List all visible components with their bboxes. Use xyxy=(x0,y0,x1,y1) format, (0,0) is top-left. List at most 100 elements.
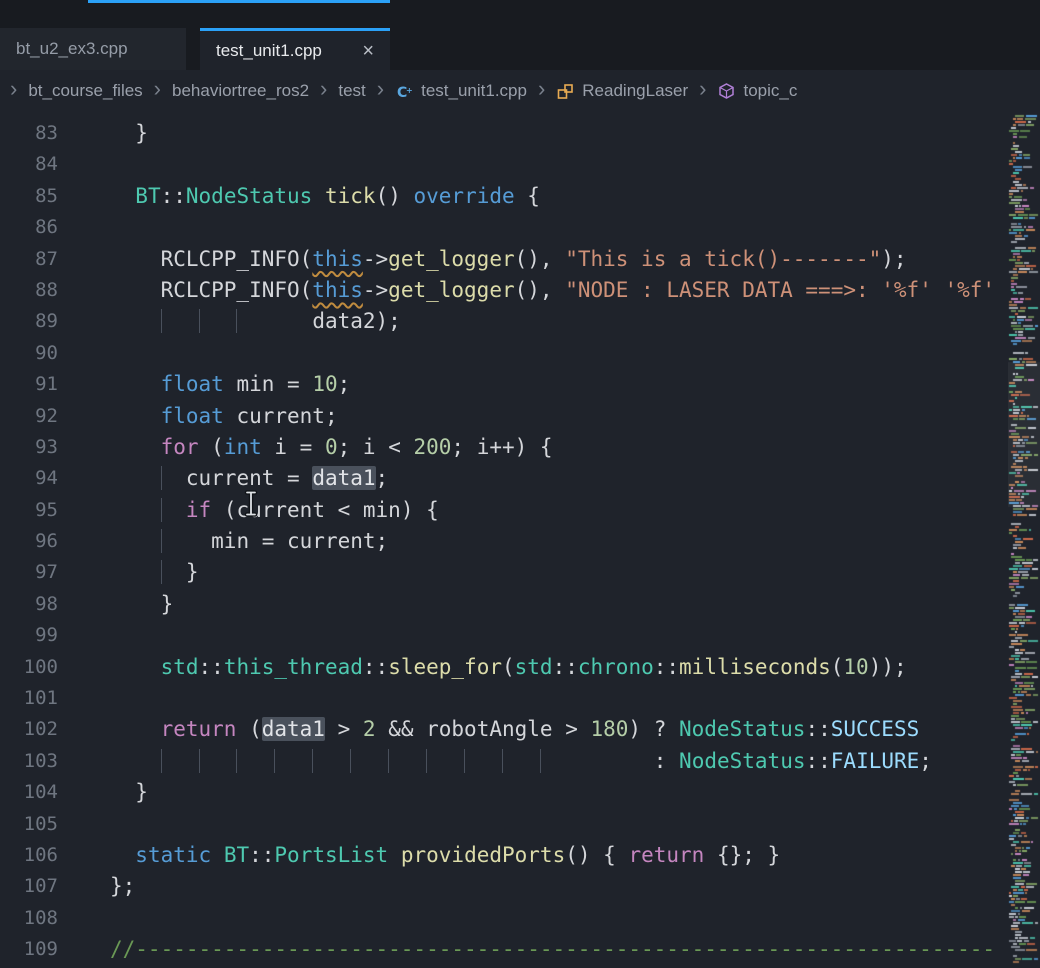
code-token: :: xyxy=(654,655,679,679)
line-number[interactable]: 106 xyxy=(0,840,58,871)
line-number[interactable]: 94 xyxy=(0,463,58,494)
line-number[interactable]: 100 xyxy=(0,652,58,683)
line-number[interactable]: 98 xyxy=(0,589,58,620)
line-number[interactable]: 89 xyxy=(0,306,58,337)
breadcrumb-item-bt_course_files[interactable]: bt_course_files xyxy=(28,81,142,101)
line-number[interactable]: 109 xyxy=(0,934,58,965)
line-content xyxy=(58,809,110,840)
class-icon xyxy=(556,82,575,101)
code-token: } xyxy=(110,592,173,616)
line-number[interactable]: 104 xyxy=(0,777,58,808)
close-icon[interactable]: × xyxy=(352,41,374,61)
code-token xyxy=(110,529,161,553)
line-number[interactable]: 97 xyxy=(0,557,58,588)
code-token: -> xyxy=(363,278,388,302)
code-line[interactable]: 90 xyxy=(0,338,1040,369)
tab-label: bt_u2_ex3.cpp xyxy=(16,39,128,59)
breadcrumb-item-test[interactable]: test xyxy=(338,81,365,101)
line-content: data2); xyxy=(58,306,401,337)
code-token: float xyxy=(161,372,224,396)
line-number[interactable]: 107 xyxy=(0,871,58,902)
code-line[interactable]: 84 xyxy=(0,149,1040,180)
code-line[interactable]: 99 xyxy=(0,620,1040,651)
line-number[interactable]: 90 xyxy=(0,338,58,369)
code-line[interactable]: 105 xyxy=(0,809,1040,840)
line-number[interactable]: 85 xyxy=(0,181,58,212)
indent-guide xyxy=(161,498,187,522)
line-number[interactable]: 83 xyxy=(0,118,58,149)
line-number[interactable]: 93 xyxy=(0,432,58,463)
line-number[interactable]: 84 xyxy=(0,149,58,180)
code-token: FAILURE xyxy=(831,749,920,773)
code-token: PortsList xyxy=(274,843,388,867)
code-token: (current < min) { xyxy=(211,498,439,522)
line-number[interactable]: 101 xyxy=(0,683,58,714)
code-line[interactable]: 106 static BT::PortsList providedPorts()… xyxy=(0,840,1040,871)
code-line[interactable]: 87 RCLCPP_INFO(this->get_logger(), "This… xyxy=(0,244,1040,275)
line-number[interactable]: 102 xyxy=(0,714,58,745)
code-line[interactable]: 91 float min = 10; xyxy=(0,369,1040,400)
code-line[interactable]: 97 } xyxy=(0,557,1040,588)
code-line[interactable]: 98 } xyxy=(0,589,1040,620)
line-content: float current; xyxy=(58,401,338,432)
code-line[interactable]: 88 RCLCPP_INFO(this->get_logger(), "NODE… xyxy=(0,275,1040,306)
code-line[interactable]: 104 } xyxy=(0,777,1040,808)
indent-guide xyxy=(199,309,238,333)
code-token: ; i++) { xyxy=(451,435,552,459)
code-line[interactable]: 109//-----------------------------------… xyxy=(0,934,1040,965)
minimap[interactable] xyxy=(1008,112,1040,968)
line-number[interactable]: 87 xyxy=(0,244,58,275)
line-number[interactable]: 96 xyxy=(0,526,58,557)
indent-guide xyxy=(350,749,389,773)
breadcrumb-item-test_unit1[interactable]: C + test_unit1.cpp xyxy=(395,81,527,101)
indent-guide xyxy=(540,749,579,773)
code-line[interactable]: 107}; xyxy=(0,871,1040,902)
line-number[interactable]: 91 xyxy=(0,369,58,400)
code-line[interactable]: 83 } xyxy=(0,118,1040,149)
line-content: } xyxy=(58,589,173,620)
code-token: :: xyxy=(249,843,274,867)
indent-guide xyxy=(161,529,213,553)
breadcrumb-item-topic_c[interactable]: topic_c xyxy=(717,81,797,101)
code-line[interactable]: 96 min = current; xyxy=(0,526,1040,557)
line-number[interactable]: 86 xyxy=(0,212,58,243)
method-icon xyxy=(717,82,736,101)
line-number[interactable]: 92 xyxy=(0,401,58,432)
line-content: //--------------------------------------… xyxy=(58,934,995,965)
line-number[interactable]: 99 xyxy=(0,620,58,651)
code-line[interactable]: 89 data2); xyxy=(0,306,1040,337)
line-number[interactable]: 108 xyxy=(0,903,58,934)
line-number[interactable]: 103 xyxy=(0,746,58,777)
code-line[interactable]: 94 current = data1; xyxy=(0,463,1040,494)
code-token xyxy=(110,309,161,333)
code-line[interactable]: 108 xyxy=(0,903,1040,934)
code-line[interactable]: 95 if (current < min) { xyxy=(0,495,1040,526)
code-token: override xyxy=(414,184,515,208)
code-editor[interactable]: 83 }8485 BT::NodeStatus tick() override … xyxy=(0,112,1040,968)
line-number[interactable]: 105 xyxy=(0,809,58,840)
code-token: ( xyxy=(199,435,224,459)
code-line[interactable]: 100 std::this_thread::sleep_for(std::chr… xyxy=(0,652,1040,683)
line-content: } xyxy=(58,557,199,588)
code-line[interactable]: 85 BT::NodeStatus tick() override { xyxy=(0,181,1040,212)
code-token: providedPorts xyxy=(401,843,565,867)
indent-guide xyxy=(388,749,427,773)
line-number[interactable]: 95 xyxy=(0,495,58,526)
tab-test_unit1[interactable]: test_unit1.cpp × xyxy=(200,28,390,70)
code-line[interactable]: 93 for (int i = 0; i < 200; i++) { xyxy=(0,432,1040,463)
chevron-right-icon: › xyxy=(538,78,545,100)
code-line[interactable]: 92 float current; xyxy=(0,401,1040,432)
code-line[interactable]: 103 : NodeStatus::FAILURE; xyxy=(0,746,1040,777)
code-line[interactable]: 86 xyxy=(0,212,1040,243)
code-line[interactable]: 101 xyxy=(0,683,1040,714)
line-number[interactable]: 88 xyxy=(0,275,58,306)
code-token xyxy=(110,435,161,459)
code-token: this xyxy=(312,247,363,271)
tab-bt_u2_ex3[interactable]: bt_u2_ex3.cpp xyxy=(0,28,186,70)
breadcrumb-item-behaviortree_ros2[interactable]: behaviortree_ros2 xyxy=(172,81,309,101)
code-line[interactable]: 102 return (data1 > 2 && robotAngle > 18… xyxy=(0,714,1040,745)
code-token: if xyxy=(186,498,211,522)
breadcrumb-item-ReadingLaser[interactable]: ReadingLaser xyxy=(556,81,688,101)
code-token: return xyxy=(161,717,237,741)
cpp-file-icon: C + xyxy=(395,82,414,101)
